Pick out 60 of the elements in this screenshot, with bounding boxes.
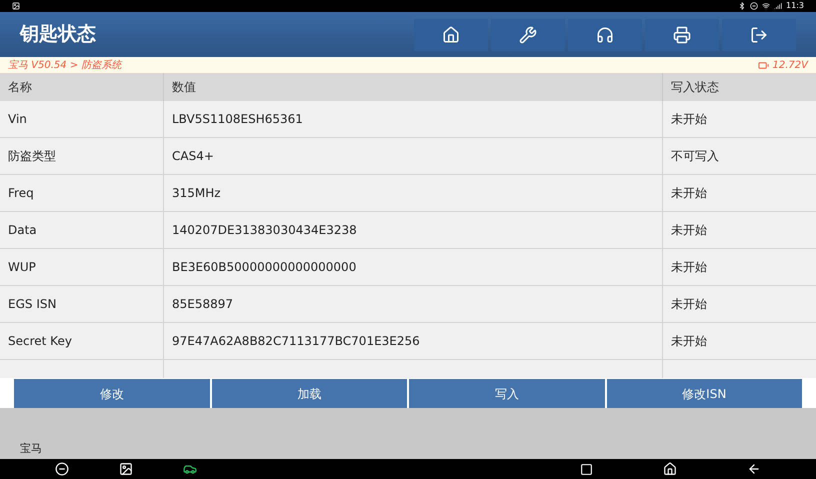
table-cell-text: 未开始 (671, 333, 707, 350)
battery-icon (758, 60, 769, 70)
wrench-icon (519, 26, 537, 44)
recent-apps-icon[interactable] (580, 462, 593, 476)
exit-icon (750, 26, 768, 44)
table-cell-text: CAS4+ (172, 148, 214, 165)
table-cell-text: 140207DE31383030434E3238 (172, 222, 357, 239)
table-cell-text: Freq (8, 185, 34, 202)
column-header: 写入状态 (671, 79, 719, 96)
image-icon (12, 2, 20, 10)
table-cell-text: EGS ISN (8, 296, 56, 313)
table-cell-text: 未开始 (671, 185, 707, 202)
table-row[interactable]: 防盗类型 CAS4+ 不可写入 (0, 138, 816, 175)
table-row[interactable]: Freq 315MHz 未开始 (0, 175, 816, 212)
table-row[interactable]: Secret Key 97E47A62A8B82C7113177BC701E3E256 未开始 (0, 323, 816, 360)
action-button[interactable]: 加载 (212, 379, 407, 408)
home-icon[interactable] (663, 462, 677, 476)
printer-button[interactable] (645, 18, 719, 50)
voltage-reading: 12.72V (772, 58, 808, 72)
home-button[interactable] (414, 18, 488, 50)
table-row[interactable]: Data 140207DE31383030434E3238 未开始 (0, 212, 816, 249)
action-button[interactable]: 修改 (14, 379, 210, 408)
headset-icon (596, 26, 614, 44)
table-cell-text: 未开始 (671, 222, 707, 239)
clock: 11:3 (786, 2, 804, 10)
table-cell-text: WUP (8, 259, 36, 276)
table-cell-text: Data (8, 222, 37, 239)
table-row[interactable]: Vin LBV5S1108ESH65361 未开始 (0, 101, 816, 138)
footer-label: 宝马 (20, 440, 42, 456)
back-icon[interactable] (747, 462, 761, 476)
wifi-icon (762, 2, 770, 10)
action-button[interactable]: 修改ISN (606, 379, 802, 408)
table-cell-text: 不可写入 (671, 148, 719, 165)
table-cell-text: 防盗类型 (8, 148, 56, 165)
bluetooth-icon (738, 2, 746, 10)
table-cell-text: Vin (8, 111, 27, 128)
table-cell-text: 未开始 (671, 259, 707, 276)
wrench-button[interactable] (491, 18, 565, 50)
table-cell-text: 未开始 (671, 296, 707, 313)
table-cell-text: 315MHz (172, 185, 221, 202)
action-button[interactable]: 写入 (409, 379, 604, 408)
table-cell-text: 85E58897 (172, 296, 234, 313)
table-cell-text: 未开始 (671, 111, 707, 128)
table-cell-text: LBV5S1108ESH65361 (172, 111, 303, 128)
page-title: 钥匙状态 (20, 22, 97, 48)
table-row[interactable]: WUP BE3E60B50000000000000000 未开始 (0, 249, 816, 286)
table-row[interactable]: EGS ISN 85E58897 未开始 (0, 286, 816, 323)
gallery-icon[interactable] (119, 462, 133, 476)
table-cell-text: 97E47A62A8B82C7113177BC701E3E256 (172, 333, 420, 350)
headset-button[interactable] (568, 18, 642, 50)
printer-icon (673, 26, 691, 44)
breadcrumb: 宝马 V50.54 > 防盗系统 (8, 58, 122, 72)
table-cell-text: Secret Key (8, 333, 72, 350)
table-cell-text: BE3E60B50000000000000000 (172, 259, 356, 276)
column-header: 数值 (172, 79, 196, 96)
column-header: 名称 (8, 79, 32, 96)
signal-icon (774, 2, 782, 10)
minus-circle-icon (750, 2, 758, 10)
exit-button[interactable] (722, 18, 796, 50)
home-icon (442, 26, 460, 44)
